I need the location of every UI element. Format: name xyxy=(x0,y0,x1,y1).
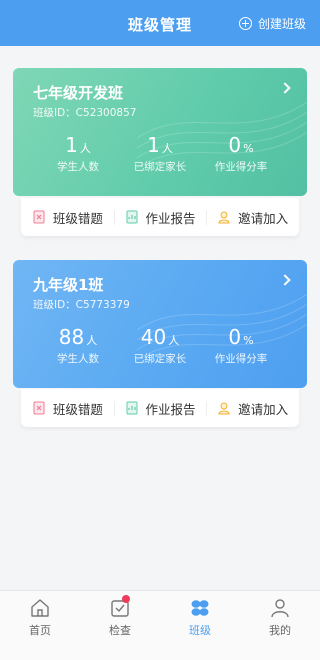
homework-report-icon xyxy=(126,401,137,415)
create-class-button[interactable]: 创建班级 xyxy=(238,15,306,32)
stat-score-rate: 0% 作业得分率 xyxy=(191,133,291,174)
tab-label: 班级 xyxy=(189,624,211,637)
invite-icon xyxy=(218,402,230,415)
stat-label: 作业得分率 xyxy=(214,353,268,365)
wrong-questions-button[interactable]: 班级错题 xyxy=(21,399,114,418)
class-card-2[interactable]: 九年级1班 班级ID：C5773379 88 人 学生人数 40 人 已绑定家长 0… xyxy=(13,260,307,388)
tab-home[interactable]: 首页 xyxy=(0,591,80,660)
invite-button[interactable]: 邀请加入 xyxy=(206,399,299,418)
wrong-questions-icon xyxy=(33,401,45,415)
stat-unit: 人 xyxy=(168,334,180,347)
tab-profile[interactable]: 我的 xyxy=(240,591,320,660)
stat-label: 作业得分率 xyxy=(214,161,268,173)
stat-value: 0 xyxy=(228,325,242,349)
stat-score-rate: 0% 作业得分率 xyxy=(191,325,291,366)
homework-report-icon xyxy=(126,210,137,224)
action-label: 邀请加入 xyxy=(238,401,289,417)
wrong-questions-button[interactable]: 班级错题 xyxy=(21,208,114,227)
create-class-label: 创建班级 xyxy=(257,17,306,31)
home-icon xyxy=(31,599,49,617)
bottom-tab-bar: 首页 检查 班级 我的 xyxy=(0,590,320,660)
stat-value: 88 xyxy=(58,325,85,349)
class-name: 七年级开发班 xyxy=(33,84,124,102)
stat-unit: % xyxy=(243,334,254,347)
action-label: 作业报告 xyxy=(145,210,196,226)
homework-report-button[interactable]: 作业报告 xyxy=(113,399,207,418)
class-actions-2: 班级错题 作业报告 邀请加入 xyxy=(21,389,299,427)
stat-unit: 人 xyxy=(86,334,98,347)
action-label: 班级错题 xyxy=(52,401,103,417)
class-name: 九年级1班 xyxy=(33,276,104,294)
action-label: 邀请加入 xyxy=(238,210,289,226)
notification-badge xyxy=(122,595,130,603)
class-id: 班级ID：C52300857 xyxy=(33,107,137,119)
stat-unit: 人 xyxy=(79,142,91,155)
tab-check[interactable]: 检查 xyxy=(80,591,160,660)
top-bar: 班级管理 创建班级 xyxy=(0,0,320,46)
action-label: 作业报告 xyxy=(145,401,196,417)
tab-class[interactable]: 班级 xyxy=(160,591,240,660)
homework-report-button[interactable]: 作业报告 xyxy=(113,208,207,227)
wrong-questions-icon xyxy=(33,210,45,224)
stat-unit: % xyxy=(243,142,254,155)
class-id: 班级ID：C5773379 xyxy=(33,299,130,311)
tab-label: 我的 xyxy=(269,624,291,637)
stat-value: 1 xyxy=(65,133,78,157)
stat-value: 0 xyxy=(228,133,242,157)
plus-circle-icon xyxy=(238,17,252,30)
stat-unit: 人 xyxy=(161,142,173,155)
invite-button[interactable]: 邀请加入 xyxy=(206,208,299,227)
profile-icon xyxy=(271,599,289,618)
class-actions-1: 班级错题 作业报告 邀请加入 xyxy=(21,198,299,236)
tab-label: 首页 xyxy=(29,624,51,637)
class-icon xyxy=(191,600,209,616)
action-label: 班级错题 xyxy=(52,210,103,226)
tab-label: 检查 xyxy=(109,624,131,637)
class-card-1[interactable]: 七年级开发班 班级ID：C52300857 1人 学生人数 1人 已绑定家长 0… xyxy=(13,68,307,196)
stat-value: 1 xyxy=(147,133,160,157)
invite-icon xyxy=(218,211,230,224)
stat-value: 40 xyxy=(140,325,167,349)
